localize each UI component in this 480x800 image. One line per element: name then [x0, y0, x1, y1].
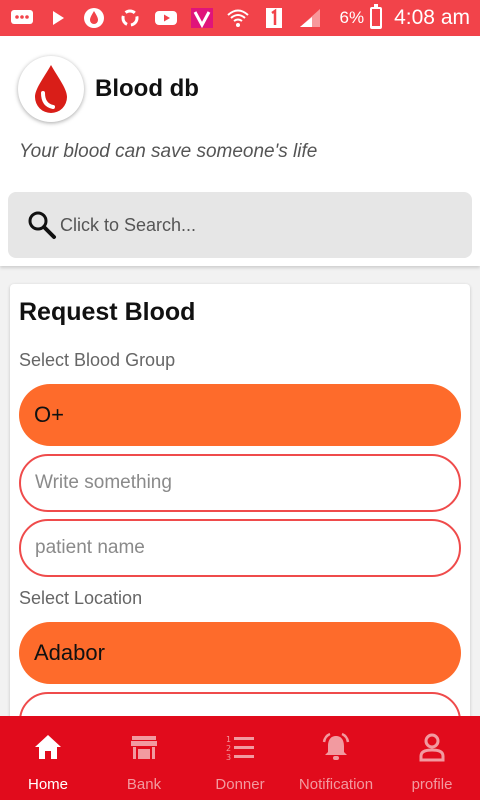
search-icon [26, 209, 58, 241]
app-header: Blood db Your blood can save someone's l… [0, 36, 480, 266]
nav-bank[interactable]: Bank [96, 716, 192, 800]
nav-donner[interactable]: 123 Donner [192, 716, 288, 800]
status-bar: 6% 4:08 am [0, 0, 480, 36]
bottom-navigation: Home Bank 123 Donner Notification profil… [0, 716, 480, 800]
location-label: Select Location [19, 588, 143, 608]
blood-drop-notification-icon [82, 7, 106, 29]
request-blood-card: Request Blood Select Blood Group O+ Sele… [10, 284, 470, 724]
svg-text:1: 1 [226, 735, 231, 744]
sync-icon [118, 7, 142, 29]
battery-percent: 6% [339, 8, 365, 27]
svg-text:2: 2 [226, 744, 231, 753]
svg-text:3: 3 [226, 753, 231, 761]
alarm-icon [319, 730, 353, 764]
youtube-icon [154, 7, 178, 29]
sim-one-icon [262, 7, 286, 29]
person-icon [415, 730, 449, 764]
location-select[interactable]: Adabor [19, 622, 461, 684]
search-bar[interactable]: Click to Search... [8, 192, 472, 258]
list-icon: 123 [223, 730, 257, 764]
blood-group-label: Select Blood Group [19, 350, 176, 370]
nav-donner-label: Donner [215, 776, 265, 793]
message-input[interactable] [19, 454, 461, 512]
signal-icon [298, 7, 322, 29]
wifi-icon [226, 7, 250, 29]
card-title: Request Blood [19, 298, 196, 326]
blood-drop-logo-icon [18, 56, 84, 122]
store-icon [127, 730, 161, 764]
clock: 4:08 am [394, 6, 470, 29]
blood-group-select[interactable]: O+ [19, 384, 461, 446]
patient-name-input[interactable] [19, 519, 461, 577]
nav-profile[interactable]: profile [384, 716, 480, 800]
nav-bank-label: Bank [126, 776, 162, 793]
messaging-icon [10, 7, 34, 29]
nav-notification-label: Notification [298, 776, 374, 793]
app-title: Blood db [95, 75, 199, 102]
nav-home[interactable]: Home [0, 716, 96, 800]
nav-home-label: Home [27, 776, 68, 793]
home-icon [31, 730, 65, 764]
nav-notification[interactable]: Notification [288, 716, 384, 800]
play-icon [46, 7, 70, 29]
nav-profile-label: profile [411, 776, 453, 793]
search-placeholder: Click to Search... [60, 214, 197, 235]
battery-icon [370, 4, 383, 29]
vivid-app-icon [190, 7, 214, 29]
tagline: Your blood can save someone's life [19, 141, 318, 162]
